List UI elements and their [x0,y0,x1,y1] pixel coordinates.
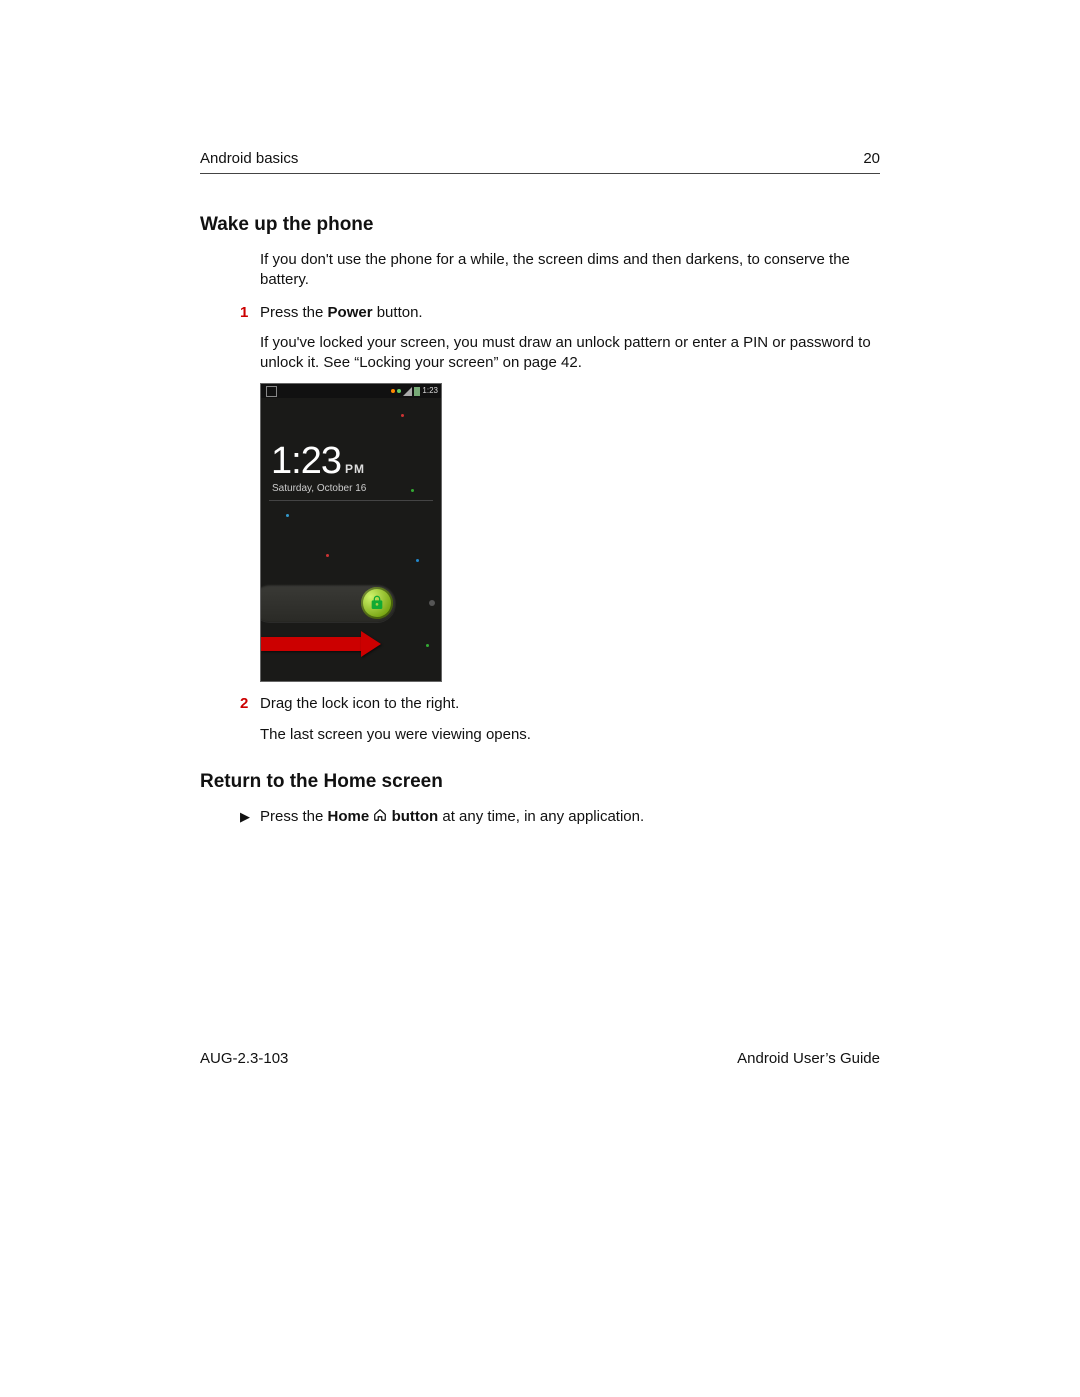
text: at any time, in any application. [438,808,644,825]
return-home-bullet: ▶ Press the Home button at any time, in … [200,807,880,828]
text: Press the [260,304,328,321]
footer-doc-id: AUG-2.3-103 [200,1050,288,1067]
header-section: Android basics [200,150,298,167]
bg-speck [426,644,429,647]
bg-speck [326,554,329,557]
bg-speck [416,559,419,562]
heading-return-home: Return to the Home screen [200,771,880,793]
bg-speck [411,489,414,492]
button-label: button [392,808,439,825]
return-home-list: ▶ Press the Home button at any time, in … [200,807,880,828]
power-label: Power [328,304,373,321]
step-2: 2 Drag the lock icon to the right. The l… [200,694,880,745]
clock-divider [269,500,433,501]
status-dot-icon [391,389,395,393]
battery-icon [414,387,420,396]
status-dot-icon [397,389,401,393]
header-page-number: 20 [863,150,880,167]
home-label: Home [328,808,370,825]
wake-up-intro: If you don't use the phone for a while, … [260,250,880,291]
slider-end-dot [429,600,435,606]
status-bar: 1:23 [261,384,441,398]
bullet-marker-icon: ▶ [240,808,250,826]
wake-up-steps: 1 Press the Power button. If you've lock… [200,303,880,745]
text: button. [373,304,423,321]
status-notification-icon [266,386,277,397]
instruction-arrow-icon [261,632,401,656]
footer-doc-title: Android User’s Guide [737,1050,880,1067]
lockscreen-clock: 1:23 PM [271,436,365,487]
step-1-line: Press the Power button. [260,303,880,323]
unlock-slider [260,584,396,622]
bg-speck [286,514,289,517]
document-page: Android basics 20 Wake up the phone If y… [0,0,1080,1397]
clock-date: Saturday, October 16 [272,482,366,496]
heading-wake-up: Wake up the phone [200,214,880,236]
text: Press the [260,808,328,825]
intro-text: If you don't use the phone for a while, … [260,250,880,291]
bg-speck [401,414,404,417]
signal-icon [403,387,412,396]
unlock-icon [361,587,393,619]
clock-ampm: PM [345,462,365,476]
status-time: 1:23 [422,386,438,397]
step-number: 1 [240,303,248,323]
step-number: 2 [240,694,248,714]
phone-screenshot: 1:23 1:23 PM Saturday, October 16 [260,383,442,682]
running-header: Android basics 20 [200,150,880,174]
home-icon [373,808,387,828]
clock-time: 1:23 [271,436,341,487]
step-1: 1 Press the Power button. If you've lock… [200,303,880,683]
running-footer: AUG-2.3-103 Android User’s Guide [200,1050,880,1067]
step-2-line: Drag the lock icon to the right. [260,694,880,714]
step-2-detail: The last screen you were viewing opens. [260,725,880,745]
step-1-detail: If you've locked your screen, you must d… [260,333,880,374]
